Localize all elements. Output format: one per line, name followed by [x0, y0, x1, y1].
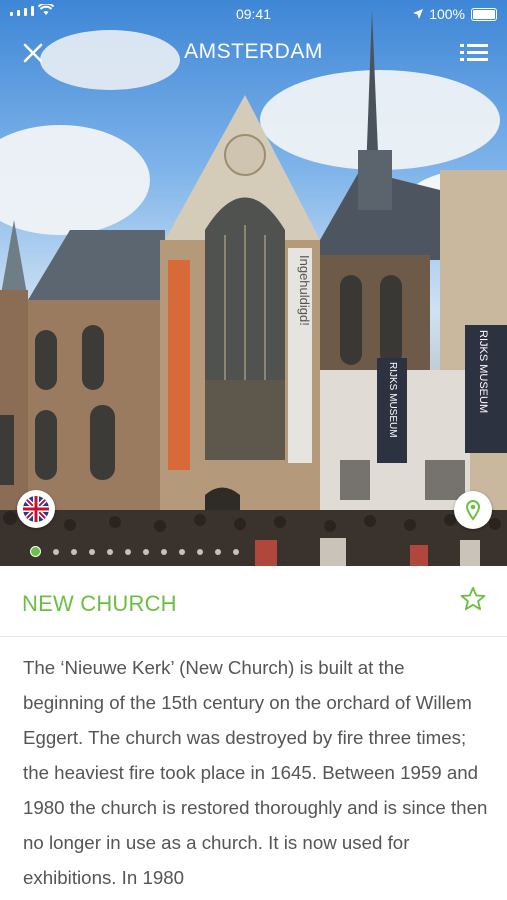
- pager-dot[interactable]: [197, 548, 203, 555]
- banner-text-3: RIJKS MUSEUM: [477, 330, 489, 413]
- banner-text-2: RIJKS MUSEUM: [387, 362, 398, 438]
- list-menu-icon: [460, 44, 488, 61]
- map-button[interactable]: [454, 491, 492, 529]
- pager-dot[interactable]: [107, 548, 113, 555]
- list-menu-button[interactable]: [459, 40, 489, 66]
- status-bar: 09:41 100%: [0, 0, 507, 28]
- location-arrow-icon: [413, 9, 424, 19]
- banner-text-1: Ingehuldigd!: [297, 255, 312, 326]
- pager-dot[interactable]: [89, 548, 95, 555]
- pager-dot[interactable]: [71, 548, 77, 555]
- page-title: AMSTERDAM: [184, 40, 323, 63]
- pager-dot[interactable]: [53, 548, 59, 555]
- language-button[interactable]: [17, 490, 55, 528]
- star-outline-icon: [460, 586, 486, 611]
- uk-flag-icon: [23, 496, 49, 522]
- pager-dot[interactable]: [30, 546, 41, 557]
- pager-dot[interactable]: [215, 548, 221, 555]
- favorite-button[interactable]: [459, 585, 487, 613]
- pager-dot[interactable]: [161, 548, 167, 555]
- pager-dot[interactable]: [143, 548, 149, 555]
- status-right: 100%: [413, 6, 497, 22]
- place-description: The ‘Nieuwe Kerk’ (New Church) is built …: [23, 657, 488, 888]
- battery-percent: 100%: [429, 6, 465, 22]
- nav-bar: AMSTERDAM: [0, 30, 507, 74]
- place-header: NEW CHURCH: [0, 566, 507, 637]
- pager-dot[interactable]: [179, 548, 185, 555]
- pager-dot[interactable]: [233, 548, 239, 555]
- image-pager-dots[interactable]: [30, 546, 239, 557]
- place-title: NEW CHURCH: [22, 591, 177, 616]
- map-pin-icon: [465, 500, 481, 521]
- pager-dot[interactable]: [125, 548, 131, 555]
- battery-icon: [471, 7, 497, 21]
- church-photo: Ingehuldigd! RIJKS MUSEUM RIJKS MUSEUM: [0, 10, 507, 566]
- hero-photo: Ingehuldigd! RIJKS MUSEUM RIJKS MUSEUM: [0, 0, 507, 566]
